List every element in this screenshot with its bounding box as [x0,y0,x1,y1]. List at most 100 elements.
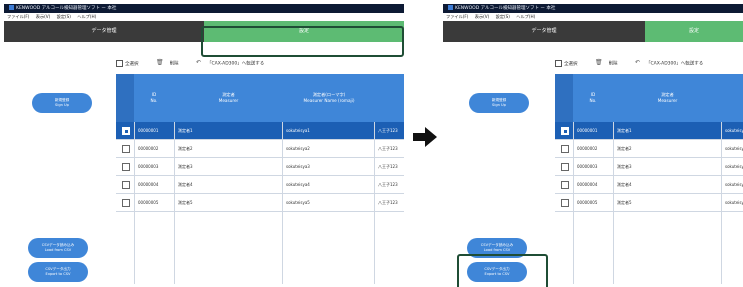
table-row[interactable]: 00000004 測定者4 sokuteisya4 [555,176,743,194]
cell-romaji: sokuteisya5 [286,200,310,205]
divider [374,122,375,284]
send-button[interactable]: ↶ 「CAX-AD300」へ転送する [196,58,264,70]
table-row[interactable]: 00000002 測定者2 sokuteisya2 [555,140,743,158]
row-checkbox[interactable] [122,145,130,153]
trash-icon: 🗑 [155,59,164,66]
load-csv-label-en: Load from CSV [44,248,72,252]
row-checkbox[interactable] [561,181,569,189]
cell-id: 00000001 [577,128,598,133]
new-register-button[interactable]: 新規登録 Sign Up [469,93,529,113]
divider [174,122,175,284]
toolbar: 全選択 🗑 削除 ↶ 「CAX-AD300」へ転送する [116,58,280,68]
cell-romaji: sokuteisya4 [725,182,743,187]
load-csv-button[interactable]: CSVデータ読み込み Load from CSV [467,238,527,258]
send-button[interactable]: ↶ 「CAX-AD300」へ転送する [635,58,703,70]
table-row[interactable]: 00000005 測定者5 sokuteisya5 [555,194,743,212]
cell-measurer: 測定者2 [178,146,193,151]
table-row[interactable]: 00000003 測定者3 sokuteisya3 [555,158,743,176]
cell-location: 八王子123 [378,200,398,205]
send-label: 「CAX-AD300」へ転送する [646,61,704,67]
title-bar: KENWOOD アルコール検知器管理ソフト ー 本社 [4,4,404,13]
tab-bar: データ管理 設定 [443,21,743,42]
cell-location: 八王子123 [378,128,398,133]
row-checkbox[interactable] [561,199,569,207]
row-checkbox[interactable] [561,127,569,135]
table-row[interactable]: 00000003 測定者3 sokuteisya3 八王子123 [116,158,404,176]
row-checkbox[interactable] [122,199,130,207]
cell-measurer: 測定者5 [617,200,632,205]
toolbar: 全選択 🗑 削除 ↶ 「CAX-AD300」へ転送する [555,58,719,68]
select-all-checkbox[interactable]: 全選択 [116,59,139,70]
send-label: 「CAX-AD300」へ転送する [207,61,265,67]
menu-bar: ファイル(F) 表示(V) 設定(S) ヘルプ(H) [4,13,404,21]
export-csv-button[interactable]: CSVデータ出力 Export to CSV [467,262,527,282]
cell-measurer: 測定者3 [617,164,632,169]
checkbox-icon [116,59,123,67]
menu-help[interactable]: ヘルプ(H) [516,14,535,19]
row-checkbox[interactable] [122,181,130,189]
left-window: KENWOOD アルコール検知器管理ソフト ー 本社 ファイル(F) 表示(V)… [4,4,404,287]
tab-data-management[interactable]: データ管理 [443,21,645,42]
row-checkbox[interactable] [561,163,569,171]
delete-button[interactable]: 🗑 削除 [156,58,179,70]
checkbox-icon [555,59,562,67]
menu-view[interactable]: 表示(V) [36,14,51,19]
divider [721,122,722,284]
header-measurer[interactable]: 測定者 Measurer [615,74,720,122]
cell-romaji: sokuteisya2 [725,146,743,151]
table-row[interactable]: 00000001 測定者1 sokuteisya1 [555,122,743,140]
table-row[interactable]: 00000005 測定者5 sokuteisya5 八王子123 [116,194,404,212]
header-id-sub: No. [150,98,158,103]
load-csv-label-en: Load from CSV [483,248,511,252]
header-measurer[interactable]: 測定者 Measurer [176,74,281,122]
tab-settings[interactable]: 設定 [645,21,743,42]
cell-id: 00000004 [138,182,159,187]
header-id[interactable]: ID No. [573,74,613,122]
right-arrow-icon [413,127,437,147]
select-all-checkbox[interactable]: 全選択 [555,59,578,70]
cell-measurer: 測定者5 [178,200,193,205]
new-register-label-en: Sign Up [55,103,69,107]
header-measurer-sub: Measurer [218,98,239,103]
tab-settings[interactable]: 設定 [204,21,404,42]
divider [613,122,614,284]
menu-settings[interactable]: 設定(S) [496,14,510,19]
export-csv-button[interactable]: CSVデータ出力 Export to CSV [28,262,88,282]
send-arrow-icon: ↶ [635,59,641,66]
new-register-button[interactable]: 新規登録 Sign Up [32,93,92,113]
cell-measurer: 測定者4 [178,182,193,187]
delete-label: 削除 [608,61,618,67]
menu-file[interactable]: ファイル(F) [7,14,29,19]
table-body: 00000001 測定者1 sokuteisya1 八王子123 00000002 測定者… [116,122,404,212]
table-row[interactable]: 00000004 測定者4 sokuteisya4 八王子123 [116,176,404,194]
cell-id: 00000005 [577,200,598,205]
table-header: ID No. 測定者 Measurer 測定者(ローマ字) Measurer N… [116,74,404,122]
tab-data-management[interactable]: データ管理 [4,21,204,42]
right-window: KENWOOD アルコール検知器管理ソフト ー 本社 ファイル(F) 表示(V)… [443,4,743,287]
header-name-romaji-sub: Measurer Name (romaji) [303,98,355,103]
delete-button[interactable]: 🗑 削除 [595,58,618,70]
cell-measurer: 測定者3 [178,164,193,169]
divider [573,122,574,284]
menu-settings[interactable]: 設定(S) [57,14,71,19]
app-icon [448,5,453,10]
measurer-table: ID No. 測定者 Measurer 00000001 測定者1 sokuteis… [555,74,743,284]
cell-romaji: sokuteisya1 [725,128,743,133]
row-checkbox[interactable] [122,163,130,171]
tab-bar: データ管理 設定 [4,21,404,42]
table-row[interactable]: 00000001 測定者1 sokuteisya1 八王子123 [116,122,404,140]
menu-help[interactable]: ヘルプ(H) [77,14,96,19]
cell-measurer: 測定者1 [617,128,632,133]
menu-view[interactable]: 表示(V) [475,14,490,19]
cell-id: 00000002 [138,146,159,151]
cell-location: 八王子123 [378,146,398,151]
menu-file[interactable]: ファイル(F) [446,14,468,19]
row-checkbox[interactable] [561,145,569,153]
table-row[interactable]: 00000002 測定者2 sokuteisya2 八王子123 [116,140,404,158]
header-name-romaji[interactable]: 測定者(ローマ字) Measurer Name (romaji) [284,74,374,122]
row-checkbox[interactable] [122,127,130,135]
header-id[interactable]: ID No. [134,74,174,122]
trash-icon: 🗑 [594,59,603,66]
header-select-column [555,74,573,122]
load-csv-button[interactable]: CSVデータ読み込み Load from CSV [28,238,88,258]
